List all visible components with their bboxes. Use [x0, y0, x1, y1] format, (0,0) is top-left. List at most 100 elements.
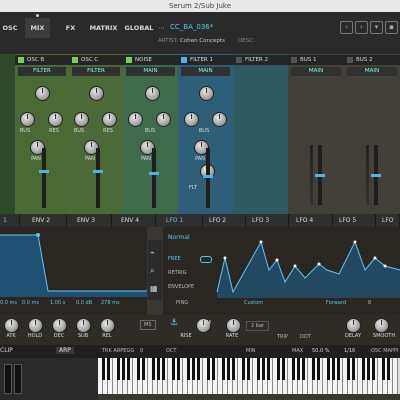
black-key[interactable] [191, 358, 195, 380]
lfo-mode-select[interactable]: Normal [168, 234, 190, 241]
env-decay-value[interactable]: 1.00 s [50, 300, 65, 306]
black-key[interactable] [326, 358, 330, 380]
black-key[interactable] [371, 358, 375, 380]
black-key[interactable] [256, 358, 260, 380]
noise-bus-knob[interactable] [128, 112, 143, 127]
noise-res-knob[interactable] [156, 112, 171, 127]
strip-osc-b[interactable]: OSC B [15, 55, 69, 65]
black-key[interactable] [296, 358, 300, 380]
envelope-graph[interactable] [0, 227, 147, 297]
osc-b-fader[interactable] [42, 148, 46, 208]
black-key[interactable] [386, 358, 390, 380]
noise-fader-handle[interactable] [149, 172, 159, 175]
lfo-trigger-retrig[interactable]: RETRIG [168, 270, 187, 276]
env-sustain-value[interactable]: 0.0 dB [76, 300, 92, 306]
piano-keyboard[interactable] [98, 358, 400, 394]
osc-b-fader-handle[interactable] [39, 170, 49, 173]
preset-menu-icon[interactable]: ⋯ [158, 24, 165, 32]
black-key[interactable] [136, 358, 140, 380]
black-key[interactable] [316, 358, 320, 380]
black-key[interactable] [226, 358, 230, 380]
tab-lfo-2[interactable]: LFO 2 [206, 214, 246, 227]
power-icon[interactable] [72, 56, 78, 63]
osc-c-fader[interactable] [96, 148, 100, 208]
black-key[interactable] [206, 358, 210, 380]
black-key[interactable] [246, 358, 250, 380]
tab-env-3[interactable]: ENV 3 [74, 214, 112, 227]
osc-c-bus-knob[interactable] [74, 112, 89, 127]
lfo-graph[interactable] [215, 230, 400, 298]
black-key[interactable] [161, 358, 165, 380]
route-select-filter-1[interactable]: MAIN [181, 67, 230, 76]
osc-c-res-knob[interactable] [102, 112, 117, 127]
arp-amount-value[interactable]: 50.0 % [312, 348, 329, 354]
next-preset-button[interactable]: › [355, 21, 368, 34]
osc-b-level-knob[interactable] [35, 86, 50, 101]
arp-tab[interactable]: ARP [56, 347, 74, 354]
black-key[interactable] [381, 358, 385, 380]
route-select-osc-b[interactable]: FILTER [18, 67, 66, 76]
black-key[interactable] [176, 358, 180, 380]
lfo-trigger-envelope[interactable]: ENVELOPE [168, 284, 194, 290]
tab-lfo-3[interactable]: LFO 3 [249, 214, 289, 227]
arp-pitch-value[interactable]: 0 [140, 348, 143, 354]
route-select-bus-1[interactable]: MAIN [291, 67, 341, 76]
black-key[interactable] [171, 358, 175, 380]
black-key[interactable] [366, 358, 370, 380]
tab-env-2[interactable]: ENV 2 [29, 214, 67, 227]
black-key[interactable] [276, 358, 280, 380]
ms-toggle[interactable]: MS [140, 320, 156, 330]
lfo-delay-knob[interactable] [346, 318, 361, 333]
osc-b-bus-knob[interactable] [20, 112, 35, 127]
black-key[interactable] [221, 358, 225, 380]
noise-fader[interactable] [152, 148, 156, 208]
clip-tab[interactable]: CLIP [0, 347, 13, 354]
black-key[interactable] [301, 358, 305, 380]
black-key[interactable] [331, 358, 335, 380]
black-key[interactable] [361, 358, 365, 380]
arp-division-value[interactable]: 1/16 [344, 348, 355, 354]
filter-1-bus-knob[interactable] [184, 112, 199, 127]
route-select-noise[interactable]: MAIN [126, 67, 175, 76]
lfo-rise-knob[interactable] [226, 318, 241, 333]
black-key[interactable] [336, 358, 340, 380]
save-preset-button[interactable]: ▾ [370, 21, 383, 34]
filter-1-res-knob[interactable] [212, 112, 227, 127]
tab-mix[interactable]: MIX [25, 18, 50, 38]
black-key[interactable] [231, 358, 235, 380]
tab-osc[interactable]: OSC [0, 18, 20, 38]
prev-preset-button[interactable]: ‹ [340, 21, 353, 34]
black-key[interactable] [351, 358, 355, 380]
osc-b-res-knob[interactable] [48, 112, 63, 127]
tab-lfo-4[interactable]: LFO 4 [293, 214, 333, 227]
black-key[interactable] [101, 358, 105, 380]
black-key[interactable] [291, 358, 295, 380]
tab-env-4[interactable]: ENV 4 [118, 214, 156, 227]
zoom-icon[interactable]: ⌕ [150, 266, 154, 276]
env-hold-knob[interactable] [28, 318, 43, 333]
env-attack-knob[interactable] [4, 318, 19, 333]
dot-label[interactable]: DOT [300, 334, 311, 340]
grid-icon[interactable]: ▦ [150, 284, 158, 293]
black-key[interactable] [346, 358, 350, 380]
power-icon[interactable] [18, 56, 24, 63]
env-release-value[interactable]: 278 ms [101, 300, 120, 306]
pitch-wheel[interactable] [4, 364, 12, 394]
power-icon[interactable] [291, 56, 297, 63]
trip-label[interactable]: TRIP [277, 334, 288, 340]
black-key[interactable] [151, 358, 155, 380]
tab-lfo-5[interactable]: LFO 5 [336, 214, 376, 227]
black-key[interactable] [116, 358, 120, 380]
black-key[interactable] [311, 358, 315, 380]
mod-wheel[interactable] [14, 364, 22, 394]
black-key[interactable] [106, 358, 110, 380]
tab-global[interactable]: GLOBAL [124, 18, 154, 38]
strip-bus-1[interactable]: BUS 1 [288, 55, 344, 65]
filter-1-level-knob[interactable] [199, 86, 214, 101]
env-hold-value[interactable]: 0.0 ms [22, 300, 39, 306]
black-key[interactable] [281, 358, 285, 380]
lfo-direction-select[interactable]: Forward [326, 300, 346, 306]
power-icon[interactable] [181, 56, 187, 63]
tab-matrix[interactable]: MATRIX [86, 18, 121, 38]
power-icon[interactable] [236, 56, 242, 63]
